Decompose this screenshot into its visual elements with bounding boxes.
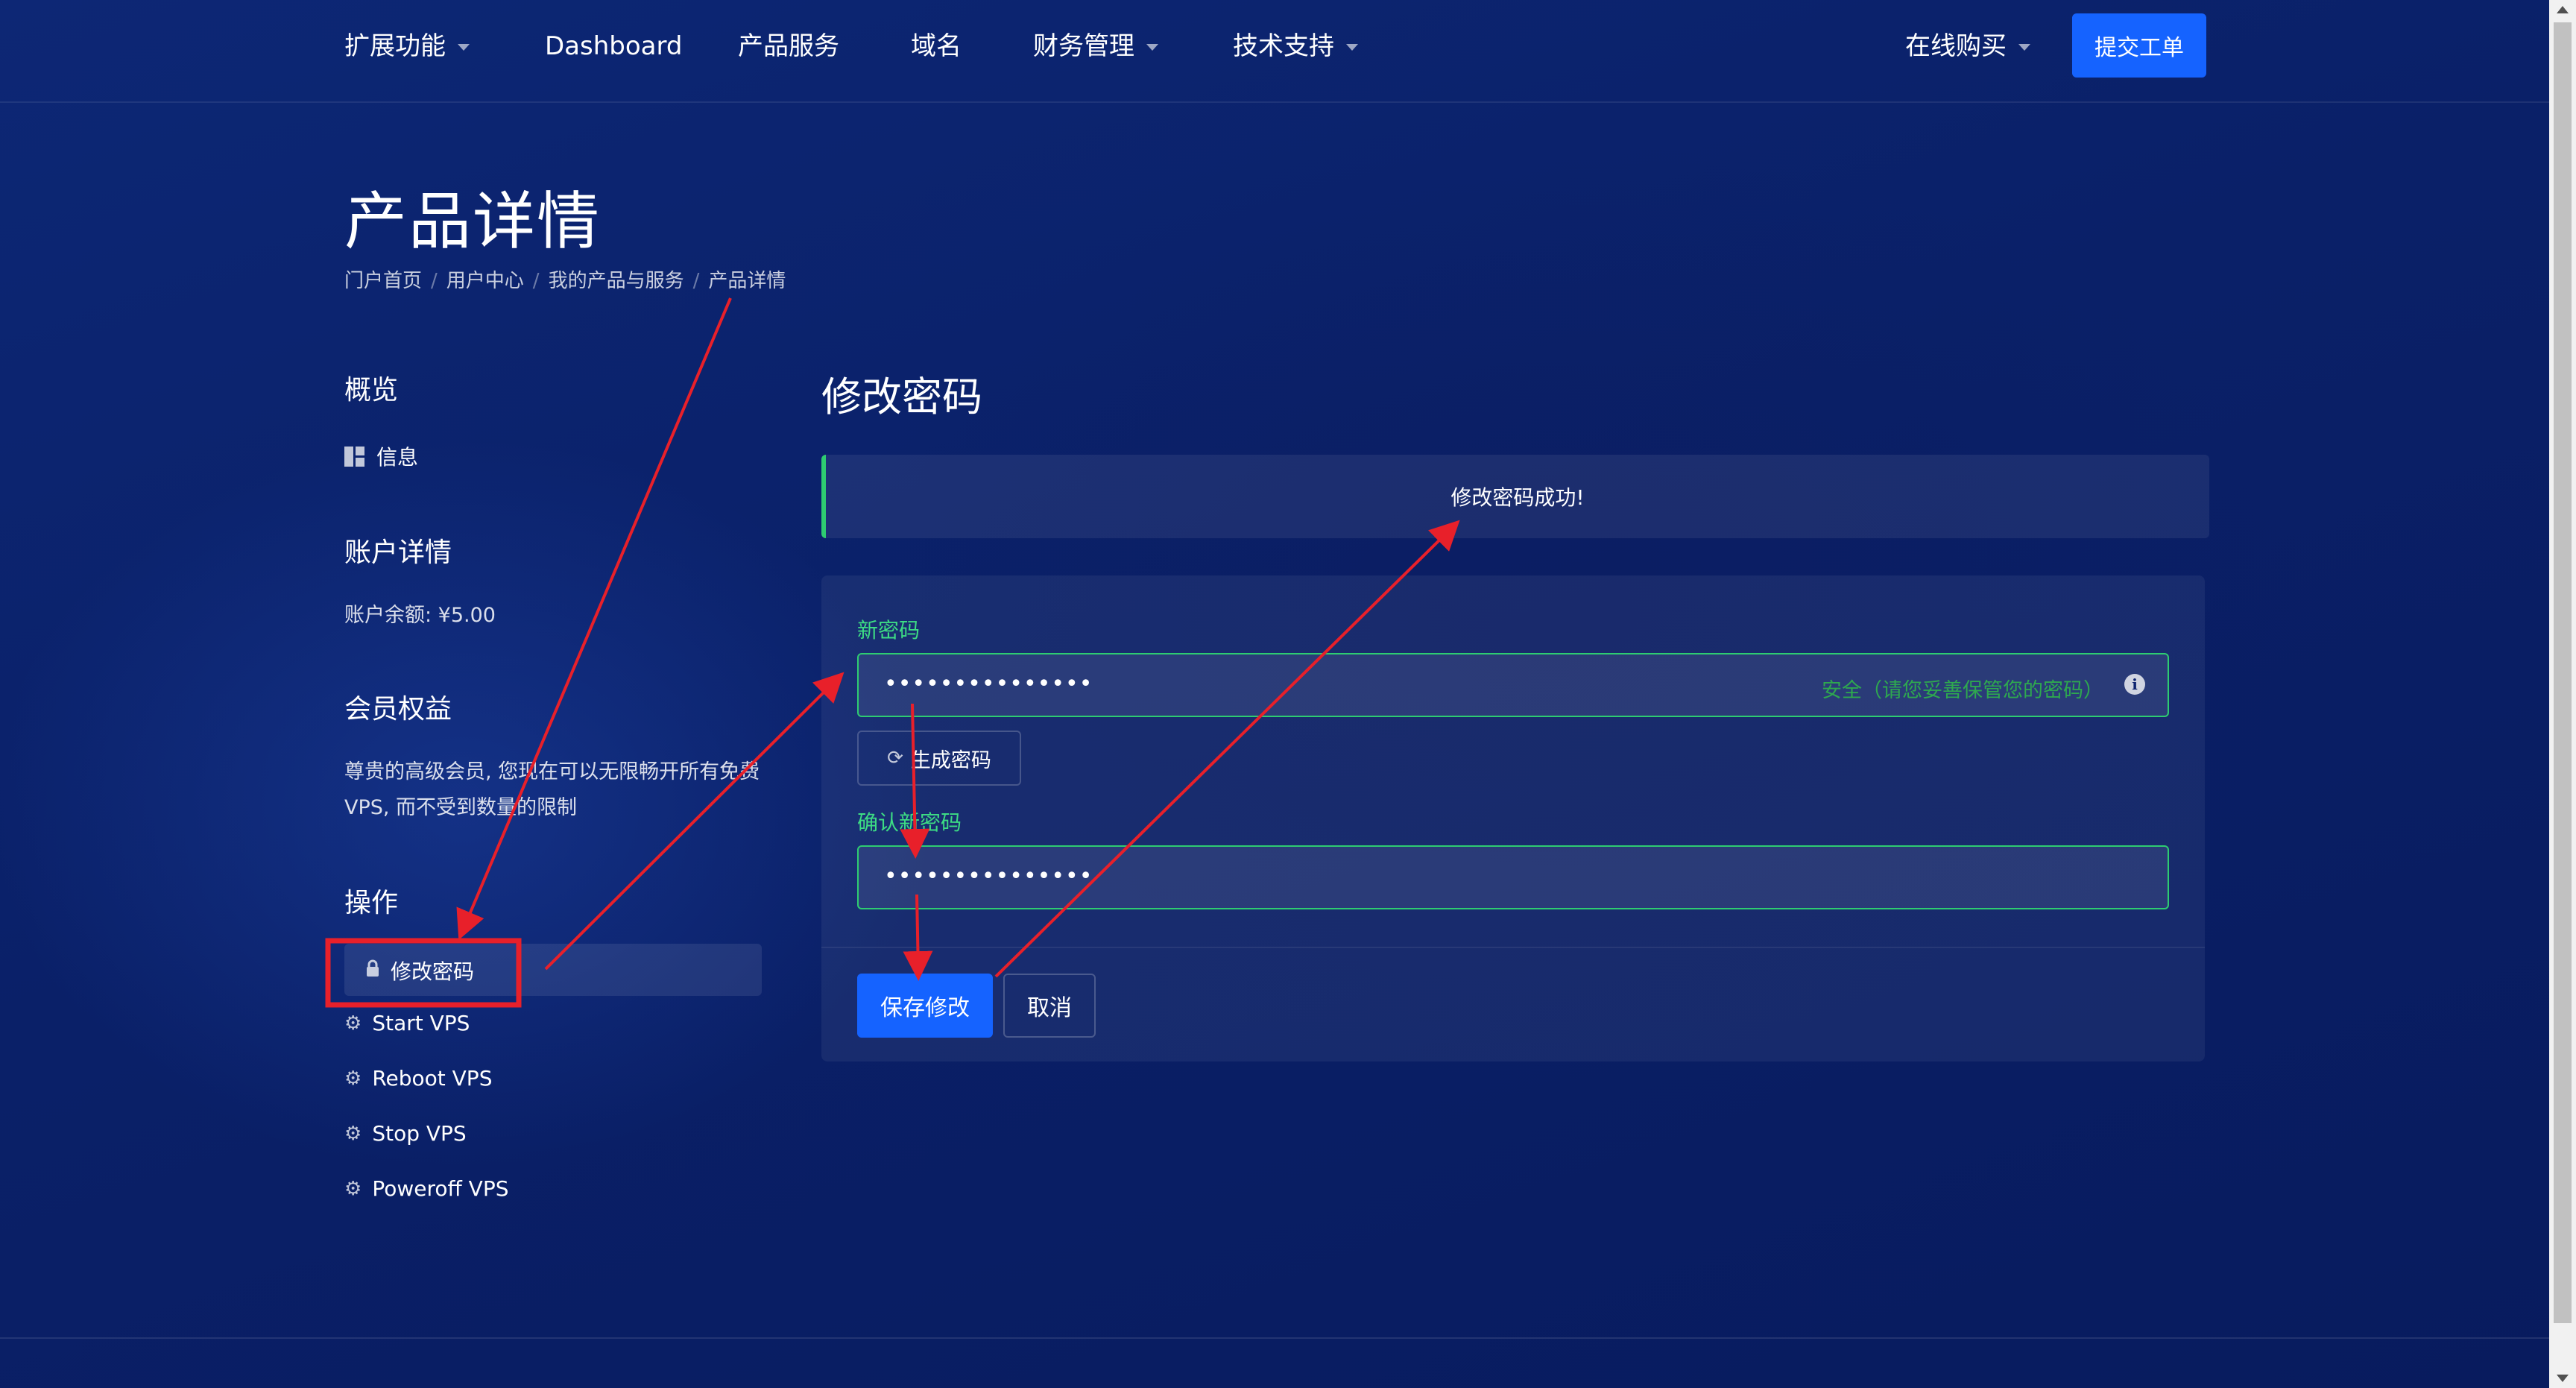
scrollbar-thumb[interactable] (2554, 22, 2572, 1323)
confirm-password-field[interactable]: ••••••••••••••• (857, 845, 2169, 909)
breadcrumb: 门户首页 / 用户中心 / 我的产品与服务 / 产品详情 (344, 265, 786, 293)
nav-buy-online-label: 在线购买 (1905, 31, 2007, 61)
sidebar-heading-actions: 操作 (344, 888, 399, 918)
nav-extensions-label: 扩展功能 (344, 31, 446, 61)
sidebar-item-info[interactable]: 信息 (344, 441, 418, 471)
password-strength-hint: 安全（请您妥善保管您的密码） (1822, 679, 2103, 702)
lock-icon (365, 959, 380, 982)
dashboard-icon (344, 446, 364, 467)
gears-icon: ⚙ (344, 1177, 362, 1200)
page-title: 产品详情 (344, 185, 602, 258)
sidebar-item-label: Poweroff VPS (372, 1176, 509, 1201)
gears-icon: ⚙ (344, 1012, 362, 1035)
membership-description: 尊贵的高级会员, 您现在可以无限畅开所有免费VPS, 而不受到数量的限制 (344, 760, 760, 819)
confirm-password-label: 确认新密码 (857, 810, 962, 835)
save-changes-button[interactable]: 保存修改 (857, 974, 993, 1038)
sidebar-heading-account: 账户详情 (344, 537, 452, 568)
sidebar-item-label: 信息 (376, 445, 419, 470)
top-navbar: 扩展功能 Dashboard 产品服务 域名 财务管理 技术支持 在线购买 提交… (0, 0, 2549, 103)
nav-billing[interactable]: 财务管理 (1033, 28, 1158, 64)
sidebar-item-label: Stop VPS (372, 1121, 467, 1146)
scroll-up-arrow-icon[interactable] (2557, 6, 2569, 13)
breadcrumb-home[interactable]: 门户首页 (344, 270, 422, 292)
nav-domains[interactable]: 域名 (911, 28, 962, 64)
generate-password-button[interactable]: ⟳ 生成密码 (857, 731, 1021, 786)
gears-icon: ⚙ (344, 1122, 362, 1145)
nav-support-label: 技术支持 (1233, 31, 1334, 61)
nav-products-label: 产品服务 (738, 31, 839, 61)
sidebar-heading-overview: 概览 (344, 375, 399, 406)
sidebar-item-label: Start VPS (372, 1011, 470, 1035)
chevron-down-icon (1346, 44, 1358, 51)
nav-dashboard[interactable]: Dashboard (545, 28, 682, 64)
nav-support[interactable]: 技术支持 (1233, 28, 1358, 64)
nav-buy-online[interactable]: 在线购买 (1905, 28, 2030, 64)
nav-products[interactable]: 产品服务 (738, 28, 839, 64)
footer-divider (0, 1337, 2549, 1339)
nav-billing-label: 财务管理 (1033, 31, 1134, 61)
sidebar-item-label: Reboot VPS (372, 1066, 493, 1091)
scroll-down-arrow-icon[interactable] (2557, 1375, 2569, 1382)
account-balance: 账户余额: ¥5.00 (344, 604, 496, 627)
new-password-value: ••••••••••••••• (884, 671, 1093, 697)
sidebar-item-stop-vps[interactable]: ⚙ Stop VPS (344, 1121, 467, 1146)
nav-extensions[interactable]: 扩展功能 (344, 28, 470, 64)
cancel-button[interactable]: 取消 (1003, 974, 1096, 1038)
info-icon[interactable]: i (2124, 674, 2145, 695)
sidebar-item-label: 修改密码 (391, 959, 475, 984)
sidebar-item-poweroff-vps[interactable]: ⚙ Poweroff VPS (344, 1176, 509, 1201)
new-password-field[interactable]: ••••••••••••••• 安全（请您妥善保管您的密码） i (857, 653, 2169, 717)
sidebar-item-start-vps[interactable]: ⚙ Start VPS (344, 1011, 470, 1035)
breadcrumb-separator: / (532, 270, 540, 292)
chevron-down-icon (458, 44, 470, 51)
breadcrumb-separator: / (692, 270, 700, 292)
success-alert-text: 修改密码成功! (1450, 485, 1585, 510)
card-divider (821, 947, 2205, 948)
sidebar-heading-membership: 会员权益 (344, 694, 452, 725)
success-alert: 修改密码成功! (821, 455, 2209, 538)
confirm-password-value: ••••••••••••••• (884, 863, 1093, 889)
new-password-label: 新密码 (857, 618, 921, 643)
sidebar-item-change-password[interactable]: 修改密码 (365, 956, 474, 985)
refresh-icon: ⟳ (887, 747, 903, 769)
breadcrumb-separator: / (431, 270, 438, 292)
chevron-down-icon (1146, 44, 1158, 51)
breadcrumb-my-products[interactable]: 我的产品与服务 (549, 270, 684, 292)
gears-icon: ⚙ (344, 1067, 362, 1090)
breadcrumb-user-center[interactable]: 用户中心 (446, 270, 524, 292)
generate-password-label: 生成密码 (910, 748, 991, 772)
nav-domains-label: 域名 (911, 31, 962, 61)
nav-dashboard-label: Dashboard (545, 31, 683, 61)
chevron-down-icon (2018, 44, 2030, 51)
sidebar-item-reboot-vps[interactable]: ⚙ Reboot VPS (344, 1066, 492, 1091)
submit-ticket-button[interactable]: 提交工单 (2072, 13, 2206, 78)
page-scrollbar[interactable] (2549, 0, 2576, 1388)
section-title: 修改密码 (821, 373, 982, 420)
breadcrumb-current: 产品详情 (708, 270, 786, 292)
